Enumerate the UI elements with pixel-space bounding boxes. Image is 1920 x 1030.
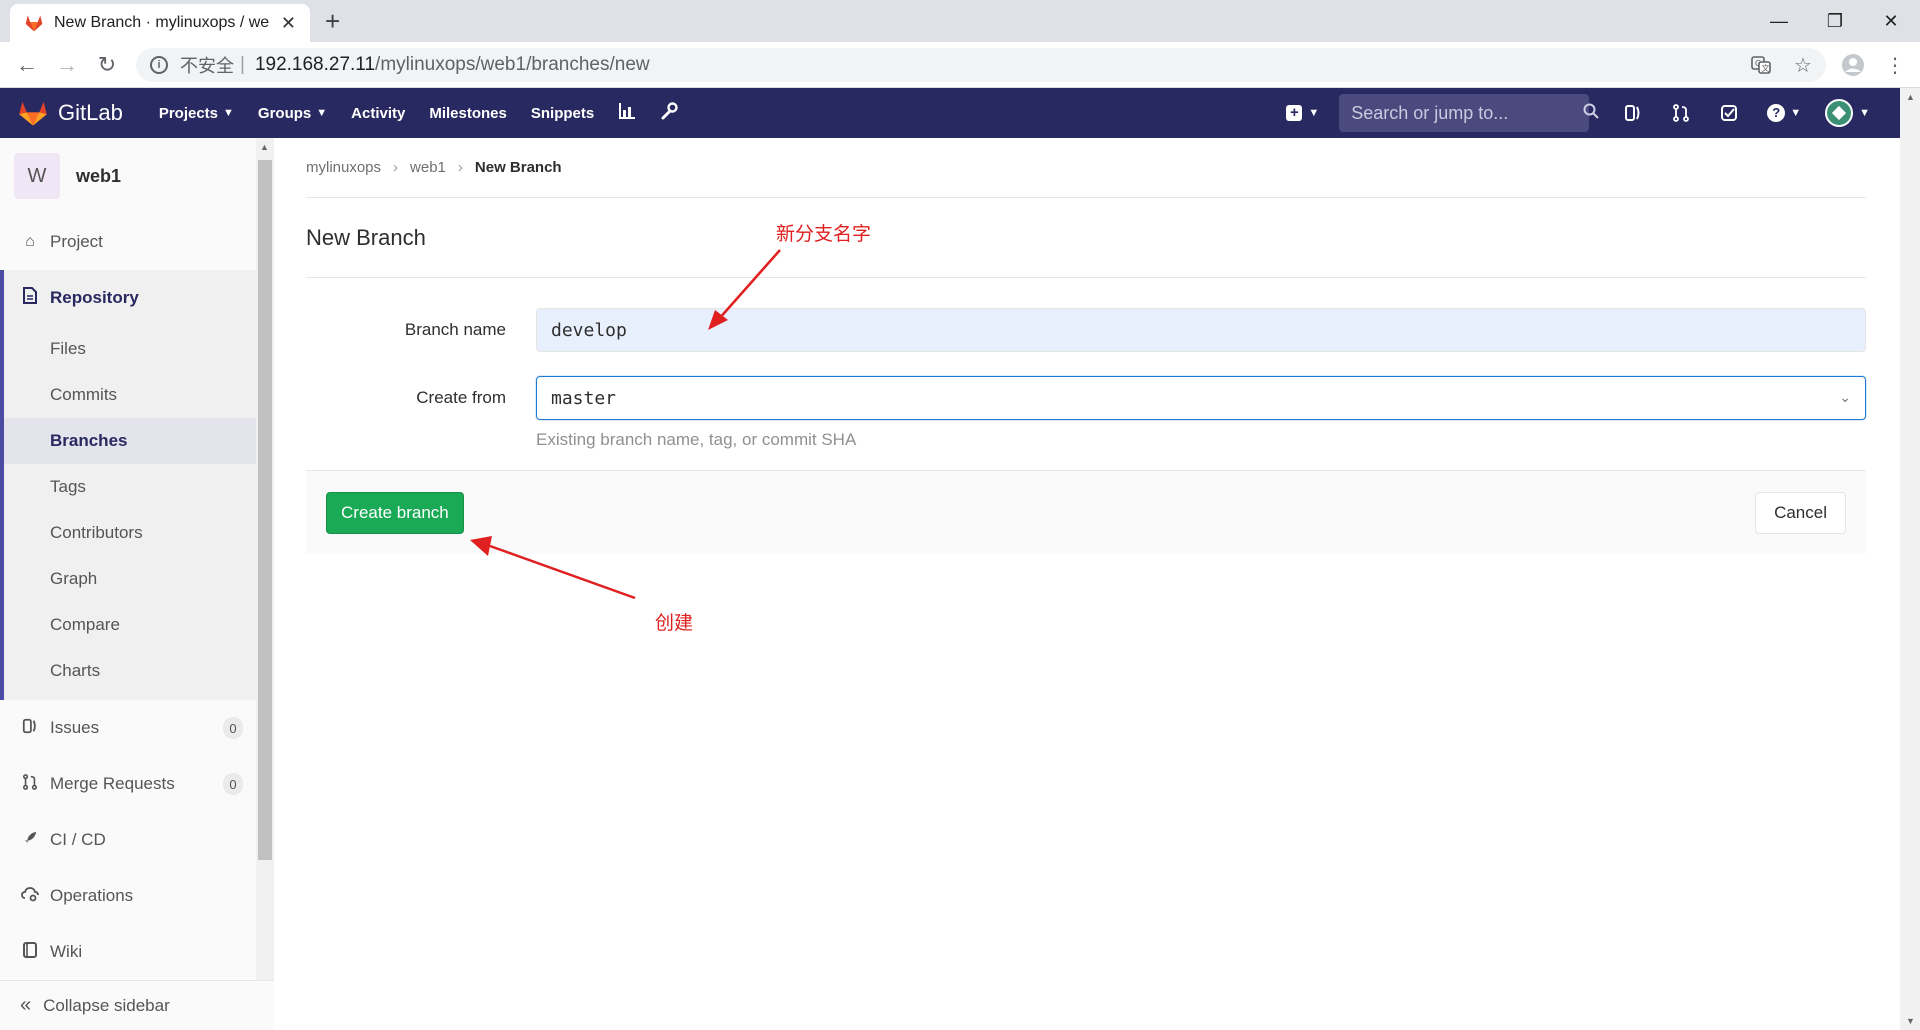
annotation-arrows xyxy=(470,249,781,600)
arrow-to-create-button xyxy=(470,536,636,600)
scroll-up-icon[interactable]: ▲ xyxy=(1906,92,1915,102)
scroll-down-icon[interactable]: ▼ xyxy=(1906,1016,1915,1026)
annotation-create: 创建 xyxy=(655,612,694,634)
arrow-to-branch-name xyxy=(708,249,781,330)
annotation-branch-name: 新分支名字 xyxy=(776,223,872,245)
page-scrollbar[interactable]: ▲ ▼ xyxy=(1900,88,1920,1030)
